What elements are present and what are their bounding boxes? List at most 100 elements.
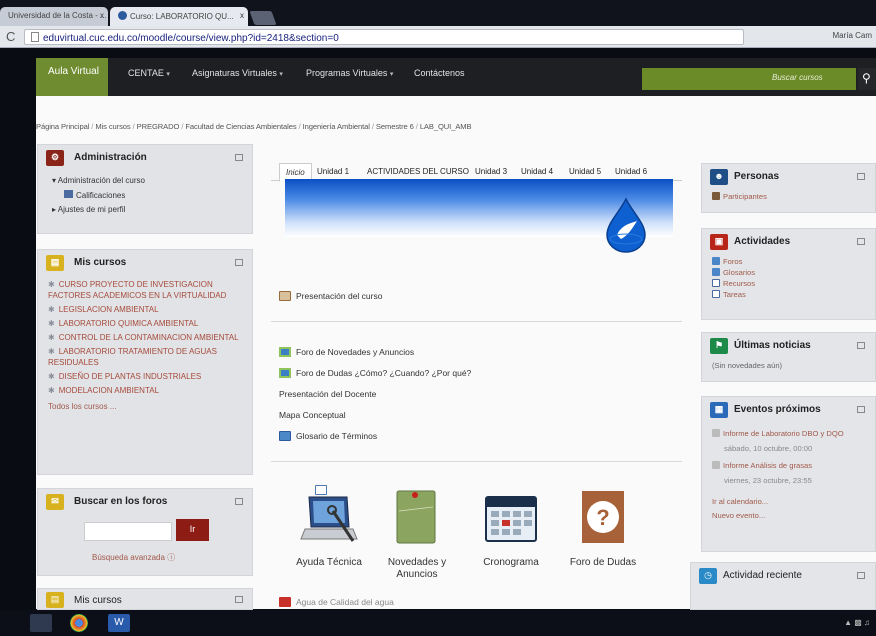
breadcrumb-item[interactable]: Página Principal xyxy=(36,122,89,131)
note-board-icon xyxy=(396,490,436,544)
course-presentation-link[interactable]: Presentación del curso xyxy=(279,291,382,301)
presentation-icon xyxy=(279,291,291,301)
tab-title: Curso: LABORATORIO QU... xyxy=(130,12,234,21)
word-icon[interactable]: W xyxy=(108,614,130,632)
tab-unidad-6[interactable]: Unidad 6 xyxy=(615,167,647,176)
close-icon[interactable]: x xyxy=(100,11,104,20)
collapse-icon[interactable] xyxy=(857,572,865,579)
all-courses-link[interactable]: Todos los cursos ... xyxy=(48,402,252,411)
activity-type-link[interactable]: Tareas xyxy=(712,290,875,299)
collapse-icon[interactable] xyxy=(235,498,243,505)
course-link[interactable]: ✱ MODELACION AMBIENTAL xyxy=(48,385,252,396)
forum-search-input[interactable] xyxy=(84,522,172,541)
event-date: sábado, 10 octubre, 00:00 xyxy=(724,444,813,453)
event-link[interactable]: Informe Análisis de grasas xyxy=(712,461,875,470)
events-block: ▦ Eventos próximos Informe de Laboratorio… xyxy=(701,396,876,552)
nav-item-contactenos[interactable]: Contáctenos xyxy=(414,68,465,78)
schedule-tile[interactable]: Cronograma xyxy=(467,489,555,569)
section-divider xyxy=(271,461,682,462)
tab-unidad-1[interactable]: Unidad 1 xyxy=(317,167,349,176)
forum-search-block: ✉ Buscar en los foros Ir Búsqueda avanzad… xyxy=(37,488,253,576)
advanced-search-link[interactable]: Búsqueda avanzada ⓘ xyxy=(92,552,175,563)
reload-icon[interactable]: C xyxy=(6,29,15,44)
collapse-icon[interactable] xyxy=(235,259,243,266)
activity-link[interactable]: Glosario de Términos xyxy=(279,431,377,441)
course-search-input[interactable]: Buscar cursos xyxy=(642,68,856,90)
help-icon[interactable]: ⓘ xyxy=(167,553,175,562)
activity-type-link[interactable]: Foros xyxy=(712,257,875,266)
search-icon[interactable]: ⚲ xyxy=(858,68,876,90)
chat-icon: ✉ xyxy=(46,494,64,510)
tab-actividades[interactable]: ACTIVIDADES DEL CURSO xyxy=(367,167,469,176)
activity-link[interactable]: Agua de Calidad del agua xyxy=(279,597,394,607)
nav-item-asignaturas[interactable]: Asignaturas Virtuales ▾ xyxy=(192,68,283,78)
grades-link[interactable]: Calificaciones xyxy=(64,190,252,200)
collapse-icon[interactable] xyxy=(857,342,865,349)
participants-link[interactable]: Participantes xyxy=(712,192,875,201)
url-field[interactable]: eduvirtual.cuc.edu.co/moodle/course/view… xyxy=(24,29,744,45)
activity-link[interactable]: Mapa Conceptual xyxy=(279,410,346,516)
chrome-icon[interactable] xyxy=(70,614,88,632)
browser-tab-universidad[interactable]: Universidad de la Costa - ... x xyxy=(0,7,108,26)
course-link[interactable]: ✱ DISEÑO DE PLANTAS INDUSTRIALES xyxy=(48,371,252,382)
activity-link[interactable]: Foro de Novedades y Anuncios xyxy=(279,347,414,357)
course-admin-link[interactable]: ▾ Administración del curso xyxy=(52,176,252,185)
people-block: ☻ Personas Participantes xyxy=(701,163,876,213)
nav-item-programas[interactable]: Programas Virtuales ▾ xyxy=(306,68,393,78)
nav-item-centae[interactable]: CENTAE ▾ xyxy=(128,68,170,78)
assignment-icon xyxy=(712,290,720,298)
new-tab-button[interactable] xyxy=(249,11,277,25)
activity-link[interactable]: Presentación del Docente xyxy=(279,389,376,495)
breadcrumb-item[interactable]: Ingeniería Ambiental xyxy=(303,122,370,131)
tab-unidad-3[interactable]: Unidad 3 xyxy=(475,167,507,176)
breadcrumb: Página Principal / Mis cursos / PREGRADO… xyxy=(36,122,472,131)
block-title: Actividad reciente xyxy=(723,570,802,581)
doubts-forum-tile[interactable]: ? Foro de Dudas xyxy=(561,489,645,569)
block-title: Últimas noticias xyxy=(734,340,811,351)
brand-link[interactable]: Aula Virtual xyxy=(36,58,108,96)
question-icon: ? xyxy=(582,491,624,543)
event-link[interactable]: Informe de Laboratorio DBO y DQO xyxy=(712,429,875,438)
profile-settings-link[interactable]: ▸ Ajustes de mi perfil xyxy=(52,205,252,214)
activity-type-link[interactable]: Recursos xyxy=(712,279,875,288)
collapse-icon[interactable] xyxy=(235,154,243,161)
tile-label: Ayuda Técnica xyxy=(296,557,362,568)
tab-unidad-5[interactable]: Unidad 5 xyxy=(569,167,601,176)
breadcrumb-item[interactable]: Facultad de Ciencias Ambientales xyxy=(185,122,296,131)
close-icon[interactable]: x xyxy=(240,11,244,20)
activity-link[interactable]: Foro de Dudas ¿Cómo? ¿Cuando? ¿Por qué? xyxy=(279,368,471,378)
course-icon: ✱ xyxy=(48,386,55,395)
collapse-icon[interactable] xyxy=(235,596,243,603)
page-icon xyxy=(31,32,39,42)
tab-unidad-4[interactable]: Unidad 4 xyxy=(521,167,553,176)
activities-block: ▣ Actividades Foros Glosarios Recursos Ta… xyxy=(701,228,876,320)
course-link[interactable]: ✱ LEGISLACION AMBIENTAL xyxy=(48,304,252,315)
course-link[interactable]: ✱ LABORATORIO TRATAMIENTO DE AGUAS RESIDU… xyxy=(48,346,252,368)
course-link[interactable]: ✱ LABORATORIO QUIMICA AMBIENTAL xyxy=(48,318,252,329)
course-icon: ✱ xyxy=(48,347,55,356)
system-tray[interactable]: ▲ ▩ ♫ xyxy=(844,618,870,627)
breadcrumb-item[interactable]: PREGRADO xyxy=(137,122,180,131)
forum-search-button[interactable]: Ir xyxy=(176,519,209,541)
new-event-link[interactable]: Nuevo evento... xyxy=(712,511,875,520)
course-link[interactable]: ✱ CURSO PROYECTO DE INVESTIGACION FACTORE… xyxy=(48,279,252,301)
collapse-icon[interactable] xyxy=(857,238,865,245)
help-tile[interactable]: Ayuda Técnica xyxy=(283,489,375,569)
course-link[interactable]: ✱ CONTROL DE LA CONTAMINACION AMBIENTAL xyxy=(48,332,252,343)
collapse-icon[interactable] xyxy=(857,173,865,180)
breadcrumb-item[interactable]: Mis cursos xyxy=(95,122,130,131)
activity-type-link[interactable]: Glosarios xyxy=(712,268,875,277)
profile-name[interactable]: María Cam xyxy=(832,31,872,40)
tile-label: Novedades y Anuncios xyxy=(387,557,447,580)
folder-icon[interactable] xyxy=(30,614,52,632)
tile-label: Foro de Dudas xyxy=(569,557,637,568)
breadcrumb-item[interactable]: Semestre 6 xyxy=(376,122,414,131)
news-tile[interactable]: Novedades y Anuncios xyxy=(375,489,459,581)
forum-icon xyxy=(279,368,291,378)
collapse-icon[interactable] xyxy=(857,406,865,413)
calendar-link[interactable]: Ir al calendario... xyxy=(712,497,875,506)
browser-tab-course[interactable]: Curso: LABORATORIO QU... x xyxy=(110,7,248,26)
breadcrumb-item[interactable]: LAB_QUI_AMB xyxy=(420,122,472,131)
block-title: Eventos próximos xyxy=(734,404,821,415)
os-taskbar: W ▲ ▩ ♫ xyxy=(0,610,876,636)
